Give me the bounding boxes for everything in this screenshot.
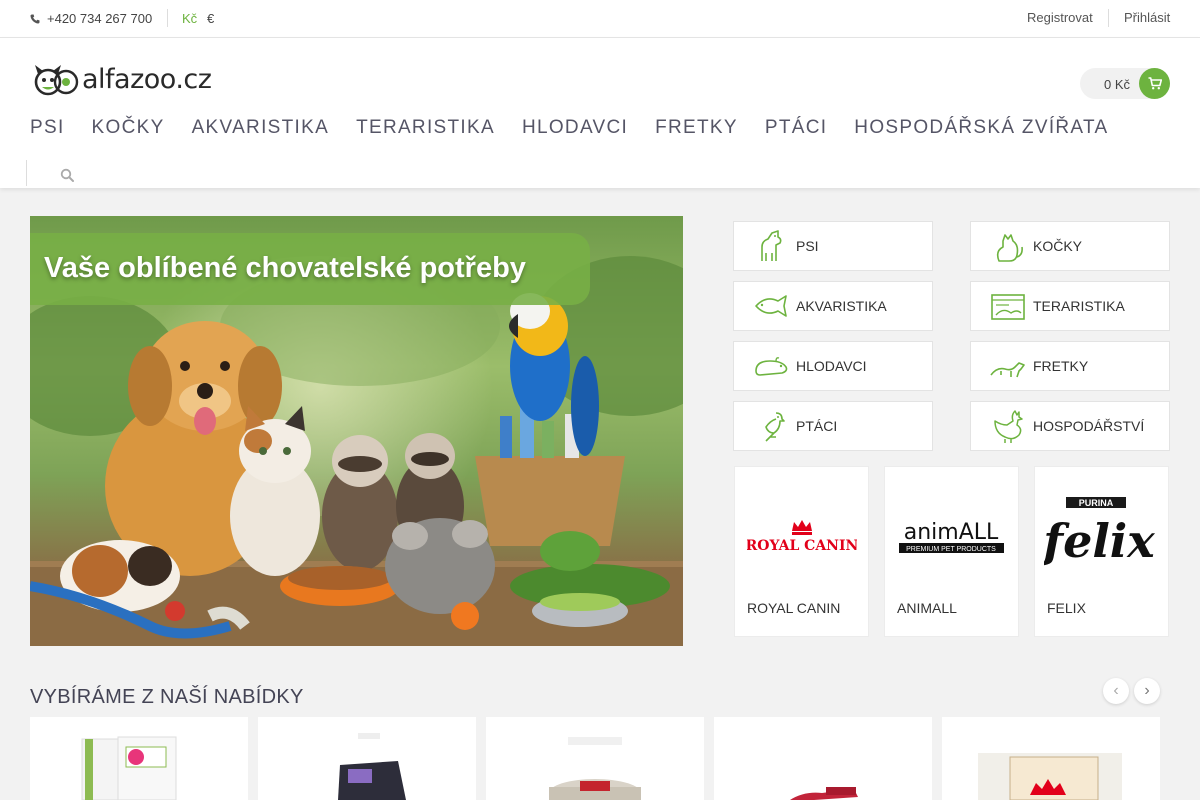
logo-pets-icon — [34, 65, 79, 96]
felix-logo-mark: PURINA felix — [1044, 497, 1155, 568]
search-icon[interactable] — [60, 168, 74, 182]
felix-logo: PURINA felix — [1035, 497, 1168, 577]
nav-item-fretky[interactable]: FRETKY — [655, 117, 738, 139]
product-card[interactable] — [30, 717, 248, 800]
product-image — [978, 753, 1122, 800]
cart-icon — [1148, 77, 1162, 90]
carousel-next-button[interactable]: › — [1134, 678, 1160, 704]
cart-total: 0 Kč — [1104, 77, 1131, 92]
category-label: FRETKY — [1033, 358, 1089, 374]
fish-icon — [755, 295, 787, 317]
product-image — [549, 737, 641, 800]
category-akvaristika[interactable]: AKVARISTIKA — [733, 281, 933, 331]
section-title: VYBÍRÁME Z NAŠÍ NABÍDKY — [30, 686, 304, 708]
top-bar: +420 734 267 700 Kč € Registrovat Přihlá… — [0, 0, 1200, 38]
brand-name: ROYAL CANIN — [747, 600, 841, 616]
login-link[interactable]: Přihlásit — [1124, 10, 1170, 25]
animall-logo-text: animALL — [904, 520, 999, 545]
terrarium-icon — [991, 294, 1025, 320]
divider — [26, 160, 27, 186]
banner-headline: Vaše oblíbené chovatelské potřeby — [44, 252, 526, 284]
product-card[interactable] — [258, 717, 476, 800]
currency-eur[interactable]: € — [207, 11, 214, 26]
category-psi[interactable]: PSI — [733, 221, 933, 271]
logo-text: alfazoo.cz — [82, 63, 212, 95]
divider — [1108, 9, 1109, 27]
product-image — [338, 733, 406, 800]
category-ptaci[interactable]: PTÁCI — [733, 401, 933, 451]
brand-name: ANIMALL — [897, 600, 957, 616]
category-label: KOČKY — [1033, 238, 1083, 254]
chevron-right-icon: › — [1144, 682, 1150, 699]
nav-item-hospodarska-zvirata[interactable]: HOSPODÁŘSKÁ ZVÍŘATA — [854, 117, 1108, 139]
category-label: PTÁCI — [796, 418, 838, 434]
phone-icon — [30, 14, 40, 24]
ferret-icon — [990, 362, 1025, 378]
felix-logo-text: felix — [1044, 514, 1155, 568]
felix-logo-top-text: PURINA — [1079, 498, 1114, 508]
cat-icon — [996, 234, 1023, 262]
category-label: HOSPODÁŘSTVÍ — [1033, 418, 1145, 434]
hero-banner[interactable]: Vaše oblíbené chovatelské potřeby — [30, 216, 683, 646]
category-label: PSI — [796, 238, 819, 254]
category-label: AKVARISTIKA — [796, 298, 887, 314]
nav-item-psi[interactable]: PSI — [30, 117, 65, 139]
currency-czk[interactable]: Kč — [182, 11, 197, 26]
category-label: TERARISTIKA — [1033, 298, 1125, 314]
brand-name: FELIX — [1047, 600, 1086, 616]
site-header: alfazoo.cz 0 Kč PSI KOČKY AKVARISTIKA TE… — [0, 38, 1200, 188]
product-image — [81, 736, 177, 800]
royal-canin-crown-icon: ROYAL CANIN — [747, 520, 857, 554]
nav-item-kocky[interactable]: KOČKY — [92, 117, 165, 139]
nav-item-akvaristika[interactable]: AKVARISTIKA — [192, 117, 330, 139]
logo[interactable]: alfazoo.cz — [30, 62, 212, 96]
category-kocky[interactable]: KOČKY — [970, 221, 1170, 271]
cart-button[interactable]: 0 Kč — [1080, 68, 1170, 99]
rooster-icon — [994, 410, 1023, 443]
royal-canin-logo-text: ROYAL CANIN — [747, 538, 857, 554]
category-hlodavci[interactable]: HLODAVCI — [733, 341, 933, 391]
category-teraristika[interactable]: TERARISTIKA — [970, 281, 1170, 331]
nav-item-ptaci[interactable]: PTÁCI — [765, 117, 827, 139]
dog-icon — [761, 230, 782, 261]
brand-felix[interactable]: PURINA felix FELIX — [1034, 466, 1169, 637]
category-hospodarstvi[interactable]: HOSPODÁŘSTVÍ — [970, 401, 1170, 451]
nav-item-hlodavci[interactable]: HLODAVCI — [522, 117, 628, 139]
main-nav: PSI KOČKY AKVARISTIKA TERARISTIKA HLODAV… — [30, 117, 1135, 139]
product-card[interactable] — [714, 717, 932, 800]
brand-animall[interactable]: animALL PREMIUM PET PRODUCTS ANIMALL — [884, 466, 1019, 637]
category-label: HLODAVCI — [796, 358, 867, 374]
animall-logo-mark: animALL PREMIUM PET PRODUCTS — [899, 520, 1004, 553]
category-fretky[interactable]: FRETKY — [970, 341, 1170, 391]
royal-canin-logo: ROYAL CANIN — [735, 497, 868, 577]
register-link[interactable]: Registrovat — [1027, 10, 1093, 25]
product-image — [790, 787, 858, 800]
cart-icon-button[interactable] — [1139, 68, 1170, 99]
animall-logo-subtitle: PREMIUM PET PRODUCTS — [906, 546, 996, 553]
animall-logo: animALL PREMIUM PET PRODUCTS — [885, 497, 1018, 577]
phone-number: +420 734 267 700 — [47, 11, 153, 26]
chevron-left-icon: ‹ — [1113, 682, 1119, 699]
product-card[interactable] — [942, 717, 1160, 800]
nav-item-teraristika[interactable]: TERARISTIKA — [356, 117, 495, 139]
rodent-icon — [755, 357, 788, 376]
product-card[interactable] — [486, 717, 704, 800]
divider — [167, 9, 168, 27]
carousel-prev-button[interactable]: ‹ — [1103, 678, 1129, 704]
brand-royal-canin[interactable]: ROYAL CANIN ROYAL CANIN — [734, 466, 869, 637]
bird-icon — [765, 412, 785, 442]
phone-contact[interactable]: +420 734 267 700 — [30, 11, 152, 26]
